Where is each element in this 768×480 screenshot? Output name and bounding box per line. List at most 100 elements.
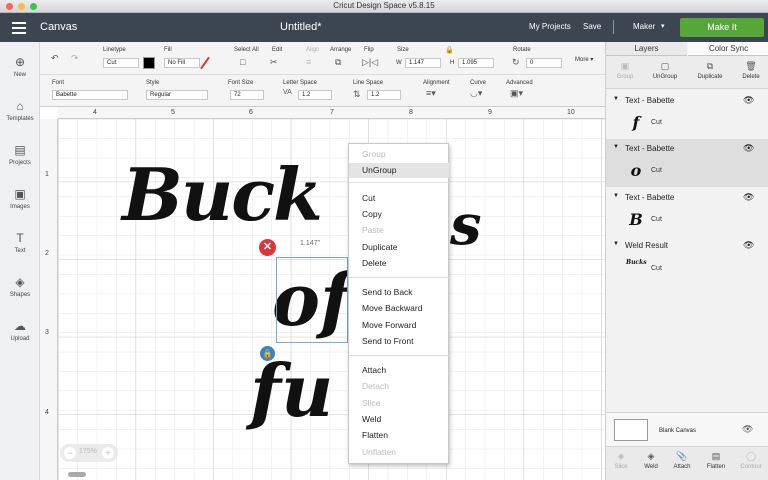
blank-canvas-row[interactable]: Blank Canvas 👁 (606, 412, 768, 446)
line-space-input[interactable]: 1.2 (367, 90, 401, 100)
expand-arrow-icon[interactable]: ▼ (613, 144, 619, 150)
my-projects-link[interactable]: My Projects (529, 22, 571, 31)
style-select[interactable]: Regular (146, 90, 208, 100)
nav-upload-label: Upload (10, 336, 30, 342)
height-input[interactable]: 1.095 (458, 58, 494, 68)
zoom-in-icon[interactable]: + (102, 447, 114, 459)
undo-icon[interactable]: ↶ (51, 53, 59, 64)
delete-label: Delete (742, 74, 760, 80)
save-button[interactable]: Save (583, 22, 601, 31)
eye-icon[interactable]: 👁 (743, 95, 754, 106)
eye-icon[interactable]: 👁 (743, 143, 754, 154)
layer-header[interactable]: ▼ Weld Result 👁 (606, 239, 768, 253)
nav-new[interactable]: ⊕ New (0, 54, 40, 78)
nav-shapes[interactable]: ◈ Shapes (0, 274, 40, 298)
slice-button[interactable]: ◈ Slice (606, 451, 636, 470)
attach-button[interactable]: 📎 Attach (667, 451, 697, 470)
eye-icon[interactable]: 👁 (743, 240, 754, 251)
zoom-out-icon[interactable]: − (64, 447, 76, 459)
align-icon[interactable]: ≡ (306, 57, 311, 67)
no-fill-icon[interactable] (200, 56, 210, 70)
rotate-input[interactable]: 0 (526, 58, 562, 68)
layer-header[interactable]: ▼ Text - Babette 👁 (606, 191, 768, 205)
rotate-icon[interactable]: ↻ (512, 57, 520, 68)
canvas-text-line1-end[interactable]: s (450, 190, 482, 260)
menu-item-group[interactable]: Group (349, 147, 449, 162)
layer-thumbnail: f (632, 113, 640, 132)
layer-row[interactable]: Bucks Cut (606, 253, 768, 285)
expand-arrow-icon[interactable]: ▼ (613, 96, 619, 102)
menu-item-attach[interactable]: Attach (349, 363, 449, 378)
duplicate-button[interactable]: ⧉ Duplicate (695, 61, 725, 80)
canvas-text-line1[interactable]: Buck (122, 150, 323, 240)
selection-box[interactable] (276, 257, 348, 343)
tab-layers[interactable]: Layers (606, 42, 687, 56)
edit-label: Edit (272, 47, 283, 53)
nav-images[interactable]: ▣ Images (0, 186, 40, 210)
more-button[interactable]: More ▾ (575, 56, 593, 63)
group-button[interactable]: ▣ Group (610, 61, 640, 80)
linetype-select[interactable]: Cut (103, 58, 139, 68)
layer-row[interactable]: f Cut (606, 107, 768, 139)
menu-item-paste[interactable]: Paste (349, 223, 449, 238)
menu-item-detach[interactable]: Detach (349, 379, 449, 394)
layer-header[interactable]: ▼ Text - Babette 👁 (606, 142, 768, 156)
select-all-icon[interactable]: □ (240, 57, 245, 67)
canvas-color-swatch[interactable] (614, 419, 648, 441)
layer-row[interactable]: o Cut (606, 155, 768, 187)
tab-color-sync[interactable]: Color Sync (688, 42, 768, 56)
nav-templates[interactable]: ⌂ Templates (0, 98, 40, 122)
font-size-input[interactable]: 72 (230, 90, 264, 100)
menu-item-send-to-front[interactable]: Send to Front (349, 334, 449, 349)
letter-space-input[interactable]: 1.2 (298, 90, 332, 100)
machine-select[interactable]: Maker (633, 22, 655, 31)
width-label: W (396, 60, 402, 66)
flatten-button[interactable]: ▤ Flatten (701, 451, 731, 470)
flip-icon[interactable]: ▷|◁ (362, 57, 378, 68)
layer-header[interactable]: ▼ Text - Babette 👁 (606, 94, 768, 108)
contour-button[interactable]: ◯ Contour (736, 451, 766, 470)
weld-button[interactable]: ◈ Weld (636, 451, 666, 470)
menu-item-cut[interactable]: Cut (349, 191, 449, 206)
menu-item-move-backward[interactable]: Move Backward (349, 301, 449, 316)
nav-projects[interactable]: ▤ Projects (0, 142, 40, 166)
nav-upload[interactable]: ☁ Upload (0, 318, 40, 342)
delete-object-icon[interactable]: ✕ (259, 239, 276, 256)
width-input[interactable]: 1.147 (405, 58, 441, 68)
menu-item-duplicate[interactable]: Duplicate (349, 240, 449, 255)
menu-item-flatten[interactable]: Flatten (349, 428, 449, 443)
menu-item-weld[interactable]: Weld (349, 412, 449, 427)
menu-item-send-to-back[interactable]: Send to Back (349, 285, 449, 300)
expand-arrow-icon[interactable]: ▼ (613, 193, 619, 199)
make-it-button[interactable]: Make It (680, 18, 764, 37)
menu-item-move-forward[interactable]: Move Forward (349, 318, 449, 333)
line-color-swatch[interactable] (143, 57, 155, 69)
contour-icon: ◯ (745, 451, 757, 461)
ruler-mark: 4 (45, 409, 49, 416)
fill-select[interactable]: No Fill (164, 58, 200, 68)
menu-item-slice[interactable]: Slice (349, 396, 449, 411)
lock-proportions-icon[interactable]: 🔒 (260, 346, 275, 361)
menu-item-delete[interactable]: Delete (349, 256, 449, 271)
menu-item-ungroup[interactable]: UnGroup (349, 163, 449, 178)
layer-row[interactable]: B Cut (606, 204, 768, 236)
curve-icon[interactable]: ◡▾ (470, 88, 482, 99)
nav-text[interactable]: T Text (0, 230, 40, 254)
advanced-icon[interactable]: ▣▾ (510, 88, 523, 99)
hide-eye-icon[interactable]: 👁 (742, 424, 753, 435)
menu-item-unflatten[interactable]: Unflatten (349, 445, 449, 460)
eye-icon[interactable]: 👁 (743, 192, 754, 203)
ungroup-button[interactable]: ▢ UnGroup (650, 61, 680, 80)
redo-icon[interactable]: ↷ (71, 53, 79, 64)
horizontal-scrollbar[interactable] (68, 472, 86, 477)
font-select[interactable]: Babette (52, 90, 128, 100)
lock-icon[interactable]: 🔒 (445, 46, 454, 54)
menu-item-copy[interactable]: Copy (349, 207, 449, 222)
delete-button[interactable]: 🗑 Delete (736, 61, 766, 80)
expand-arrow-icon[interactable]: ▼ (613, 241, 619, 247)
menu-icon[interactable] (12, 22, 26, 34)
arrange-icon[interactable]: ⧉ (335, 57, 341, 68)
align-text-icon[interactable]: ≡▾ (426, 88, 436, 99)
chevron-down-icon[interactable]: ▾ (661, 22, 665, 30)
scissors-icon[interactable]: ✂ (270, 57, 278, 68)
